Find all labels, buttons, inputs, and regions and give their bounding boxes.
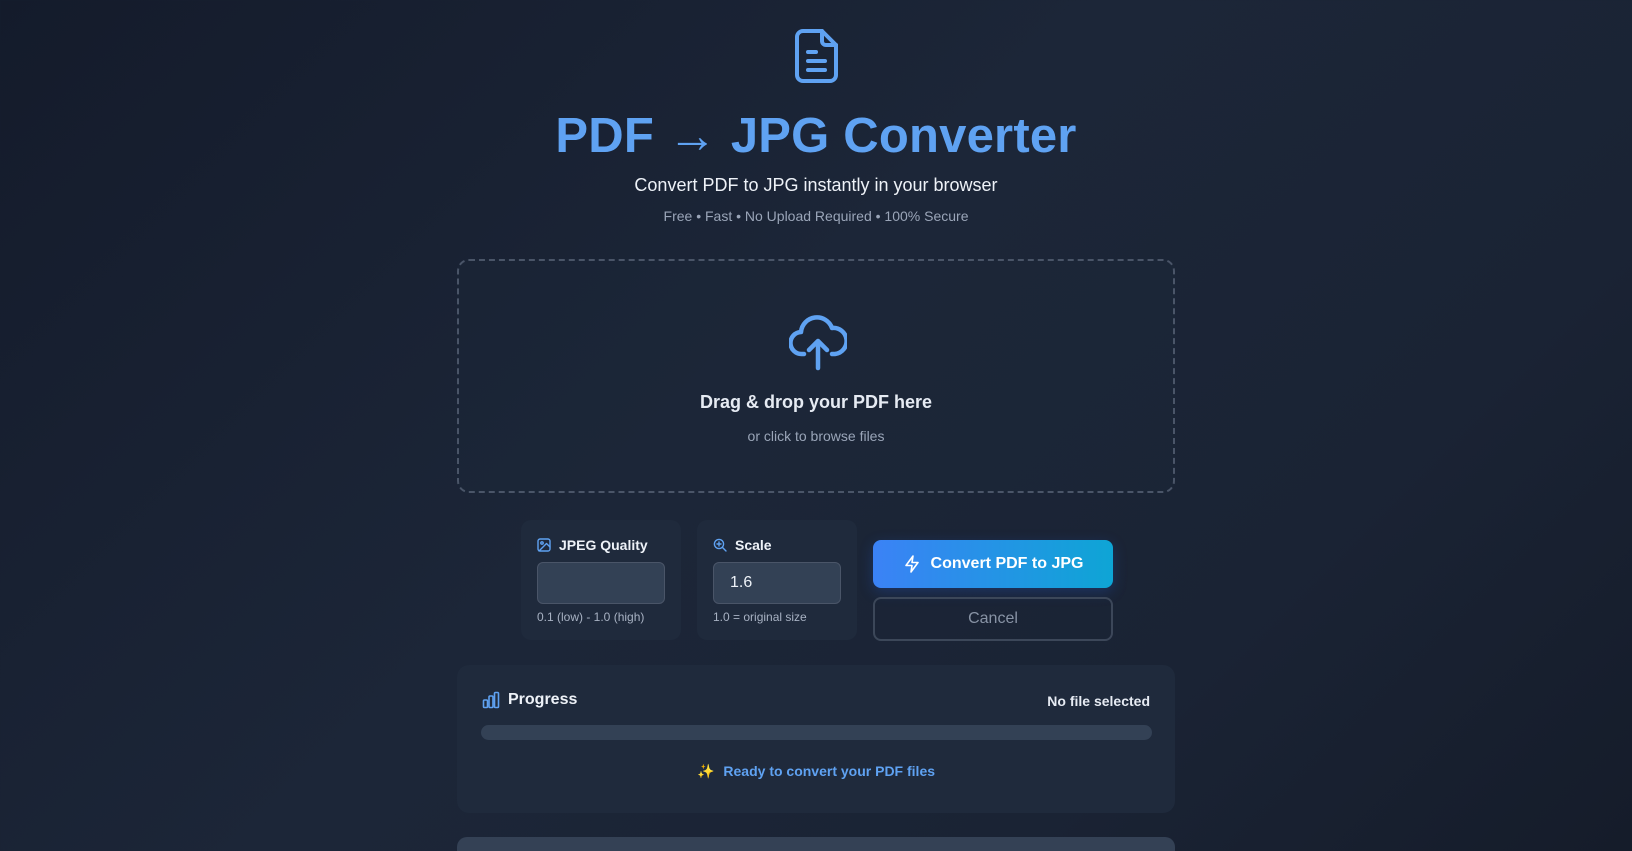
page-tagline: Free • Fast • No Upload Required • 100% … [663, 208, 969, 224]
page: PDF → JPG Converter Convert PDF to JPG i… [0, 0, 1632, 851]
progress-panel: Progress No file selected ✨ Ready to con… [457, 665, 1175, 813]
scale-label-row: Scale [713, 537, 772, 553]
progress-title: Progress [508, 691, 578, 708]
quality-input[interactable] [537, 562, 665, 604]
zoom-in-icon [713, 538, 727, 552]
dropzone-title: Drag & drop your PDF here [699, 392, 933, 412]
page-title: PDF → JPG Converter [555, 109, 1077, 163]
document-icon [795, 29, 838, 83]
progress-file-status: No file selected [1047, 693, 1150, 709]
results-panel [457, 837, 1175, 851]
progress-title-row: Progress [482, 691, 577, 709]
quality-label: JPEG Quality [559, 537, 648, 553]
progress-message: Ready to convert your PDF files [723, 763, 936, 779]
convert-button-label: Convert PDF to JPG [930, 555, 1084, 572]
progress-bar [481, 725, 1152, 740]
quality-setting-card: JPEG Quality 0.1 (low) - 1.0 (high) [521, 520, 681, 640]
scale-input[interactable] [713, 562, 841, 604]
quality-hint: 0.1 (low) - 1.0 (high) [537, 610, 645, 624]
scale-setting-card: Scale 1.0 = original size [697, 520, 857, 640]
progress-message-row: ✨ Ready to convert your PDF files [457, 763, 1175, 779]
quality-label-row: JPEG Quality [537, 537, 648, 553]
cloud-upload-icon [789, 315, 847, 371]
page-subtitle: Convert PDF to JPG instantly in your bro… [634, 175, 998, 195]
scale-hint: 1.0 = original size [713, 610, 807, 624]
bar-chart-icon [482, 691, 500, 709]
scale-label: Scale [735, 537, 772, 553]
pdf-dropzone[interactable]: Drag & drop your PDF here or click to br… [457, 259, 1175, 493]
dropzone-subtitle: or click to browse files [747, 428, 885, 444]
sparkles-icon: ✨ [696, 763, 715, 779]
cancel-button[interactable]: Cancel [873, 597, 1113, 641]
convert-button[interactable]: Convert PDF to JPG [873, 540, 1113, 588]
lightning-icon [904, 555, 919, 573]
image-icon [537, 538, 551, 552]
